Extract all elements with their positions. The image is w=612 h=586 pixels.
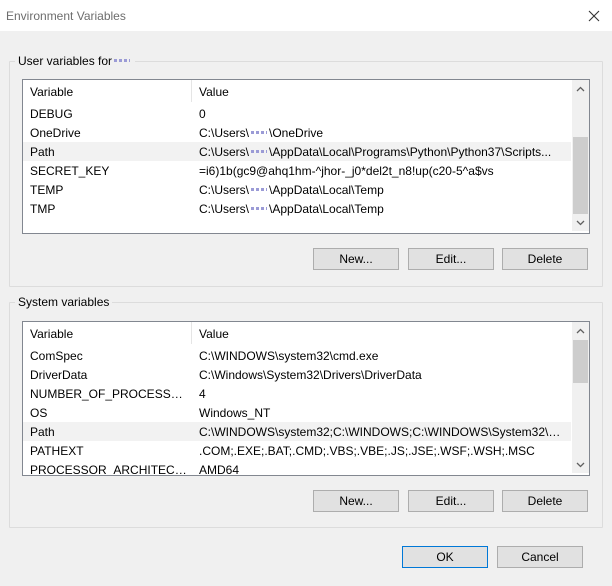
table-row[interactable]: DriverData C:\Windows\System32\Drivers\D… [23, 365, 571, 384]
header-variable[interactable]: Variable [30, 327, 73, 341]
variable-name: Path [30, 425, 55, 439]
variable-name: TMP [30, 202, 56, 216]
system-new-button[interactable]: New... [313, 490, 399, 512]
variable-name: PATHEXT [30, 444, 84, 458]
table-row[interactable]: TMP C:\Users\ \AppData\Local\Temp [23, 199, 571, 218]
table-row[interactable]: DEBUG 0 [23, 104, 571, 123]
table-row[interactable]: ComSpec C:\WINDOWS\system32\cmd.exe [23, 346, 571, 365]
variable-name: ComSpec [30, 349, 83, 363]
redacted-username [114, 59, 131, 63]
table-row[interactable]: Path C:\Users\ \AppData\Local\Programs\Py… [23, 142, 571, 161]
ok-button[interactable]: OK [402, 546, 488, 568]
redacted-username [251, 188, 268, 192]
close-icon[interactable] [586, 8, 602, 24]
table-row[interactable]: OneDrive C:\Users\ \OneDrive [23, 123, 571, 142]
table-row[interactable]: TEMP C:\Users\ \AppData\Local\Temp [23, 180, 571, 199]
variable-value: =i6)1b(gc9@ahq1hm-^jhor-_j0*del2t_n8!up(… [199, 164, 494, 178]
user-variables-list[interactable]: Variable Value DEBUG 0 OneDrive C:\Users… [22, 79, 590, 234]
variable-name: PROCESSOR_ARCHITECTURE [30, 463, 190, 476]
redacted-username [251, 207, 268, 211]
variable-value: Windows_NT [199, 406, 271, 420]
variable-name: OS [30, 406, 48, 420]
variable-value: AMD64 [199, 463, 240, 476]
variable-value: C:\Users\ \AppData\Local\Temp [199, 183, 384, 197]
scroll-down-icon[interactable] [572, 456, 589, 473]
header-value[interactable]: Value [199, 85, 229, 99]
variable-value: 0 [199, 107, 206, 121]
variable-name: DriverData [30, 368, 88, 382]
variable-value: C:\Windows\System32\Drivers\DriverData [199, 368, 422, 382]
cancel-button[interactable]: Cancel [497, 546, 583, 568]
variable-name: Path [30, 145, 55, 159]
variable-name: TEMP [30, 183, 64, 197]
scroll-up-icon[interactable] [572, 80, 589, 97]
table-row[interactable]: NUMBER_OF_PROCESSORS 4 [23, 384, 571, 403]
variable-value: C:\Users\ \AppData\Local\Temp [199, 202, 384, 216]
variable-name: OneDrive [30, 126, 81, 140]
redacted-username [251, 131, 268, 135]
variable-value: C:\Users\ \AppData\Local\Programs\Python\… [199, 145, 552, 159]
scroll-down-icon[interactable] [572, 214, 589, 231]
variable-value: C:\WINDOWS\system32\cmd.exe [199, 349, 379, 363]
table-row[interactable]: PROCESSOR_ARCHITECTURE AMD64 [23, 460, 571, 476]
vertical-scrollbar[interactable] [572, 322, 589, 473]
user-edit-button[interactable]: Edit... [408, 248, 494, 270]
table-row[interactable]: Path C:\WINDOWS\system32;C:\WINDOWS;C:\W… [23, 422, 571, 441]
header-variable[interactable]: Variable [30, 85, 73, 99]
variable-name: DEBUG [30, 107, 73, 121]
scroll-thumb[interactable] [573, 340, 588, 383]
user-delete-button[interactable]: Delete [502, 248, 588, 270]
variable-name: SECRET_KEY [30, 164, 110, 178]
header-value[interactable]: Value [199, 327, 229, 341]
window-title: Environment Variables [6, 9, 126, 23]
scroll-thumb[interactable] [573, 137, 588, 214]
table-row[interactable]: PATHEXT .COM;.EXE;.BAT;.CMD;.VBS;.VBE;.J… [23, 441, 571, 460]
title-bar: Environment Variables [0, 0, 612, 31]
scroll-up-icon[interactable] [572, 322, 589, 339]
table-row[interactable]: SECRET_KEY =i6)1b(gc9@ahq1hm-^jhor-_j0*d… [23, 161, 571, 180]
variable-name: NUMBER_OF_PROCESSORS [30, 387, 190, 401]
user-new-button[interactable]: New... [313, 248, 399, 270]
list-header: Variable Value [23, 322, 571, 344]
redacted-username [251, 150, 268, 154]
user-variables-legend: User variables for [15, 54, 136, 68]
system-variables-legend: System variables [15, 295, 113, 309]
table-row[interactable]: OS Windows_NT [23, 403, 571, 422]
system-delete-button[interactable]: Delete [502, 490, 588, 512]
list-header: Variable Value [23, 80, 571, 102]
system-edit-button[interactable]: Edit... [408, 490, 494, 512]
variable-value: C:\Users\ \OneDrive [199, 126, 324, 140]
variable-value: C:\WINDOWS\system32;C:\WINDOWS;C:\WINDOW… [199, 425, 571, 439]
system-variables-list[interactable]: Variable Value ComSpec C:\WINDOWS\system… [22, 321, 590, 476]
variable-value: .COM;.EXE;.BAT;.CMD;.VBS;.VBE;.JS;.JSE;.… [199, 444, 535, 458]
vertical-scrollbar[interactable] [572, 80, 589, 231]
variable-value: 4 [199, 387, 206, 401]
